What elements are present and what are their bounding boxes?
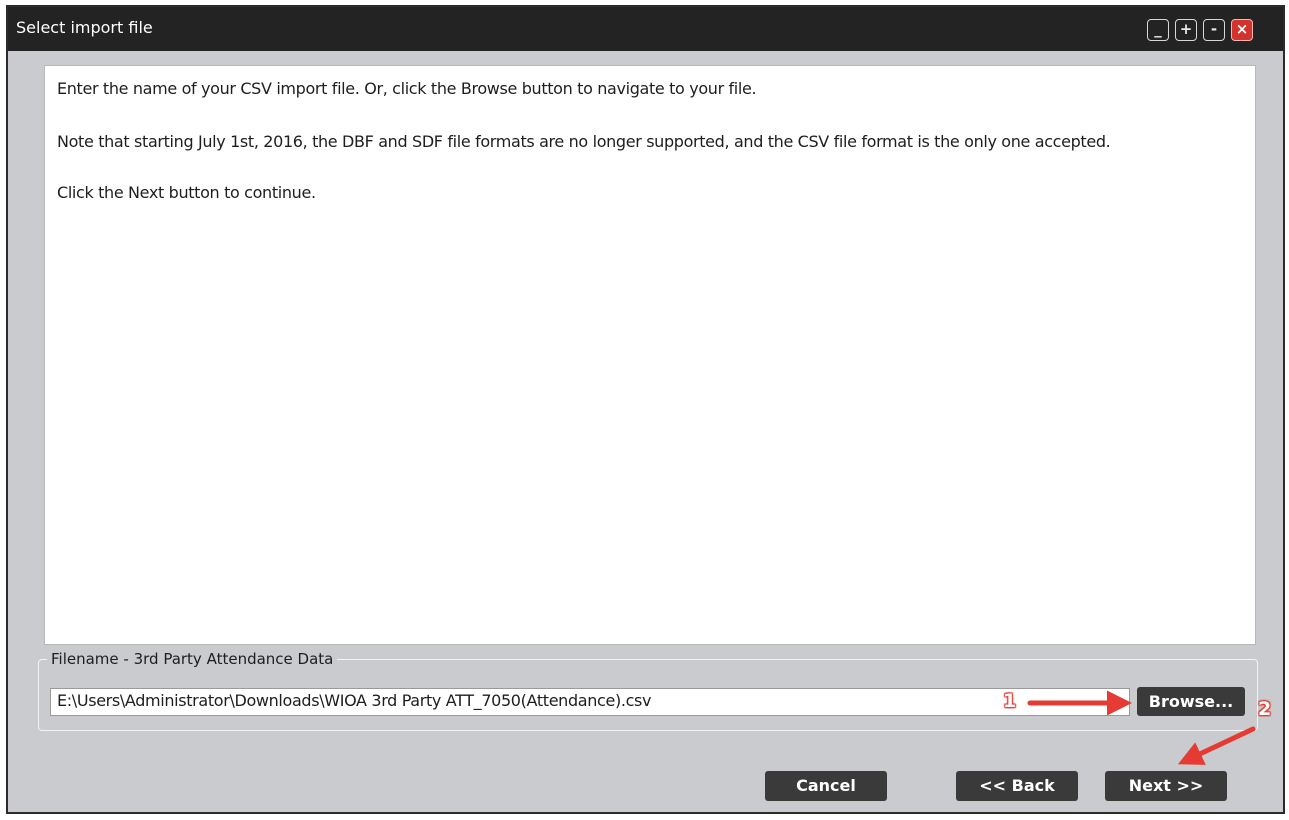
arrow-to-next (1177, 726, 1256, 765)
annotation-marker-1: 1 (1003, 690, 1017, 712)
annotation-marker-2: 2 (1258, 698, 1272, 720)
annotation-arrows (1027, 690, 1256, 765)
